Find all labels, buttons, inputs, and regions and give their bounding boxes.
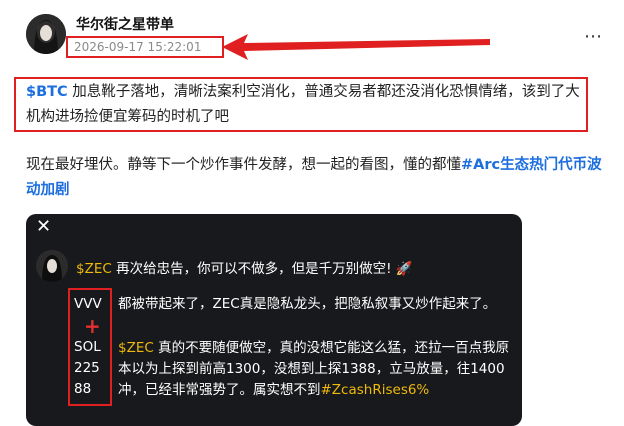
paragraph-1-text: 加息靴子落地，清晰法案利空消化，普通交易者都还没消化恐惧情绪，该到了大机构进场捡… [26,84,580,125]
embedded-image-card[interactable]: ✕ $ZEC 再次给忠告，你可以不做多，但是千万别做空! 🚀 VVV + SOL… [26,214,522,426]
timestamp-annotation-box [66,36,224,58]
card-title: $ZEC 再次给忠告，你可以不做多，但是千万别做空! 🚀 [76,257,413,277]
plus-icon: + [84,314,101,338]
card-line-2-text: 真的不要随便做空，真的没想它能这么猛，还拉一百点我原本以为上探到前高1300，没… [118,340,510,398]
rocket-icon: 🚀 [395,261,413,277]
card-line-1: 都被带起来了，ZEC真是隐私龙头，把隐私叙事又炒作起来了。 [118,296,497,312]
ticker-link-btc[interactable]: $BTC [26,84,68,100]
card-avatar [36,250,68,282]
author-avatar[interactable] [26,14,66,54]
list-item: SOL [74,339,101,355]
card-title-ticker: $ZEC [76,261,112,277]
author-name[interactable]: 华尔街之星带单 [76,14,174,34]
paragraph-2-text: 现在最好埋伏。静等下一个炒作事件发酵，想一起的看图，懂的都懂 [26,157,461,173]
post-paragraph-1: $BTC 加息靴子落地，清晰法案利空消化，普通交易者都还没消化恐惧情绪，该到了大… [26,80,588,130]
card-title-text: 再次给忠告，你可以不做多，但是千万别做空! [111,261,392,277]
more-horizontal-icon[interactable]: ⋯ [584,26,603,47]
close-icon[interactable]: ✕ [36,216,51,237]
card-hashtag-zcash: #ZcashRises6% [320,382,430,398]
list-item: 88 [74,381,92,397]
card-line-2: $ZEC 真的不要随便做空，真的没想它能这么猛，还拉一百点我原本以为上探到前高1… [118,338,516,401]
card-coin-list: VVV + SOL 225 88 [74,294,102,400]
post-paragraph-2: 现在最好埋伏。静等下一个炒作事件发酵，想一起的看图，懂的都懂#Arc生态热门代币… [26,153,606,203]
annotation-arrow-icon [222,34,490,60]
list-item: 225 [74,360,100,376]
card-line-2-ticker: $ZEC [118,340,154,356]
list-item: VVV [74,296,102,312]
